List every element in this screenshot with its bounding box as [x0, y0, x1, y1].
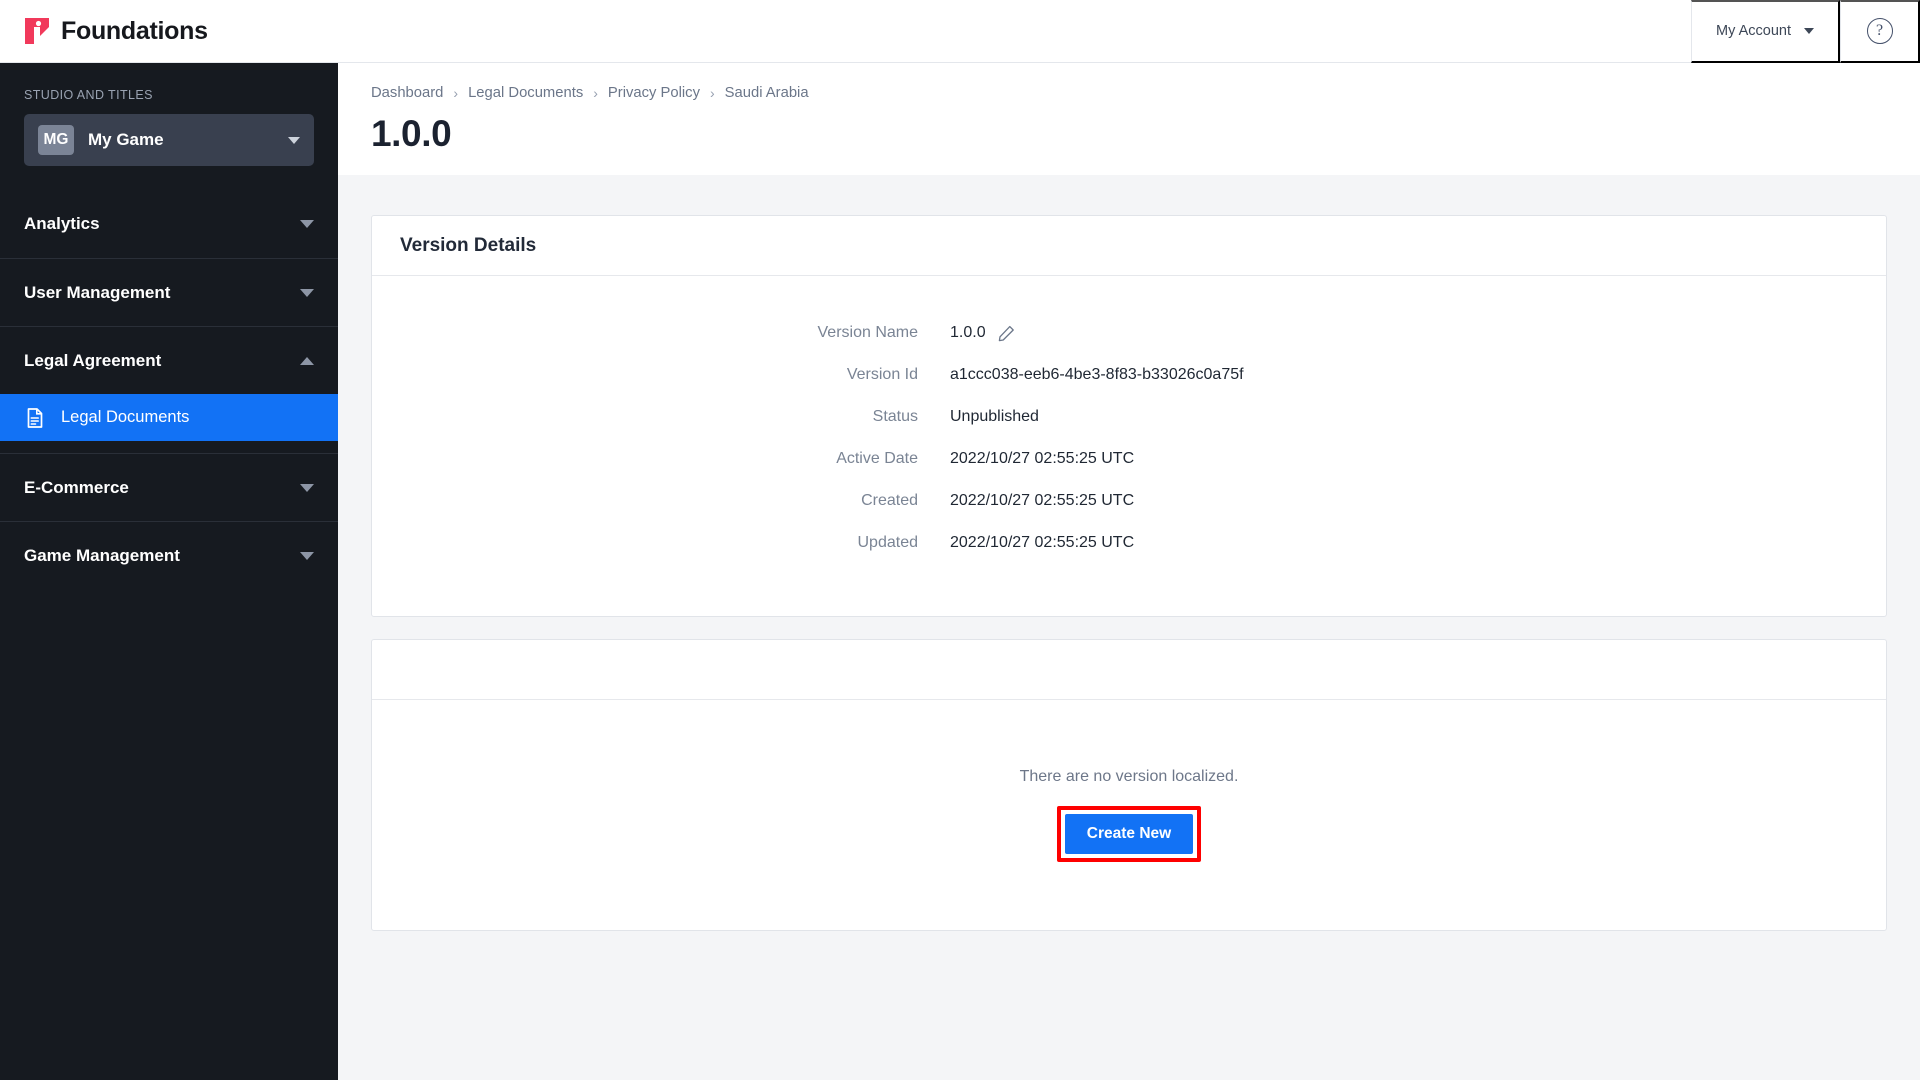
my-account-label: My Account: [1716, 23, 1791, 39]
breadcrumb-separator-icon: ›: [709, 85, 715, 101]
detail-value: 2022/10/27 02:55:25 UTC: [950, 450, 1135, 467]
breadcrumb: Dashboard › Legal Documents › Privacy Po…: [338, 63, 1920, 101]
detail-value: 1.0.0: [950, 324, 1015, 342]
edit-pencil-icon[interactable]: [998, 325, 1015, 342]
sidebar-item-legal-documents[interactable]: Legal Documents: [0, 394, 338, 441]
chevron-down-icon: [288, 136, 300, 144]
studio-avatar: MG: [38, 125, 74, 155]
sidebar-section-label: STUDIO AND TITLES: [24, 88, 153, 102]
version-name-value: 1.0.0: [950, 324, 986, 341]
detail-label: Version Id: [846, 366, 918, 383]
chevron-down-icon: [300, 483, 314, 492]
detail-row-created: Created 2022/10/27 02:55:25 UTC: [372, 480, 1886, 522]
studio-title-selector[interactable]: MG My Game: [24, 114, 314, 166]
sidebar-group-analytics[interactable]: Analytics: [0, 190, 338, 258]
detail-row-status: Status Unpublished: [372, 396, 1886, 438]
localization-card: There are no version localized. Create N…: [371, 639, 1887, 931]
breadcrumb-item-privacy-policy[interactable]: Privacy Policy: [608, 85, 700, 101]
chevron-down-icon: [300, 288, 314, 297]
top-header-bar: Foundations My Account ?: [0, 0, 1920, 63]
foundations-logo-icon: [25, 18, 49, 44]
detail-value: 2022/10/27 02:55:25 UTC: [950, 534, 1135, 551]
sidebar-group-label: Game Management: [24, 545, 180, 565]
breadcrumb-separator-icon: ›: [453, 85, 459, 101]
studio-name: My Game: [88, 130, 164, 149]
sidebar-group-ecommerce[interactable]: E-Commerce: [0, 453, 338, 521]
brand-name: Foundations: [61, 16, 208, 45]
detail-value: a1ccc038-eeb6-4be3-8f83-b33026c0a75f: [950, 366, 1244, 383]
chevron-down-icon: [1804, 28, 1814, 34]
sidebar: STUDIO AND TITLES MG My Game Analytics U…: [0, 63, 338, 1080]
localization-empty-state: There are no version localized. Create N…: [372, 700, 1886, 930]
detail-label: Active Date: [836, 450, 918, 467]
breadcrumb-item-saudi-arabia[interactable]: Saudi Arabia: [725, 85, 809, 101]
detail-row-version-name: Version Name 1.0.0: [372, 312, 1886, 354]
detail-row-version-id: Version Id a1ccc038-eeb6-4be3-8f83-b3302…: [372, 354, 1886, 396]
localization-card-header: [372, 640, 1886, 700]
breadcrumb-item-legal-documents[interactable]: Legal Documents: [468, 85, 583, 101]
chevron-up-icon: [300, 356, 314, 365]
detail-row-active-date: Active Date 2022/10/27 02:55:25 UTC: [372, 438, 1886, 480]
sidebar-group-label: E-Commerce: [24, 477, 129, 497]
detail-value: 2022/10/27 02:55:25 UTC: [950, 492, 1135, 509]
detail-row-updated: Updated 2022/10/27 02:55:25 UTC: [372, 522, 1886, 564]
help-circle-icon: ?: [1866, 18, 1893, 44]
page-title: 1.0.0: [371, 113, 452, 154]
help-button[interactable]: ?: [1840, 0, 1920, 63]
brand-logo[interactable]: Foundations: [24, 17, 208, 46]
sidebar-group-label: Legal Agreement: [24, 350, 162, 370]
sidebar-group-game-management[interactable]: Game Management: [0, 521, 338, 589]
breadcrumb-item-dashboard[interactable]: Dashboard: [371, 85, 443, 101]
chevron-down-icon: [300, 551, 314, 560]
sidebar-group-legal-agreement[interactable]: Legal Agreement: [0, 326, 338, 394]
main-content: Dashboard › Legal Documents › Privacy Po…: [338, 63, 1920, 1080]
create-new-highlight-box: Create New: [1056, 806, 1202, 862]
sidebar-group-label: Analytics: [24, 214, 100, 233]
my-account-menu[interactable]: My Account: [1691, 0, 1840, 63]
detail-label: Status: [872, 408, 918, 425]
sidebar-group-user-management[interactable]: User Management: [0, 258, 338, 326]
breadcrumb-separator-icon: ›: [593, 85, 598, 101]
header-actions: My Account ?: [1691, 0, 1920, 63]
version-details-card-title: Version Details: [372, 216, 1886, 276]
version-details-card: Version Details Version Name 1.0.0 Versi…: [371, 215, 1887, 617]
version-details-body: Version Name 1.0.0 Version Id a1ccc038-e…: [372, 276, 1886, 616]
detail-label: Created: [861, 492, 918, 509]
sidebar-group-label: User Management: [24, 282, 171, 302]
detail-label: Updated: [857, 534, 919, 551]
status-badge: Unpublished: [950, 408, 1039, 425]
empty-state-message: There are no version localized.: [1019, 768, 1239, 786]
content-area: Version Details Version Name 1.0.0 Versi…: [338, 175, 1920, 1080]
create-new-button[interactable]: Create New: [1064, 814, 1194, 854]
document-icon: [27, 407, 43, 428]
chevron-down-icon: [300, 220, 314, 228]
detail-label: Version Name: [817, 324, 919, 341]
sidebar-item-label: Legal Documents: [61, 408, 190, 426]
